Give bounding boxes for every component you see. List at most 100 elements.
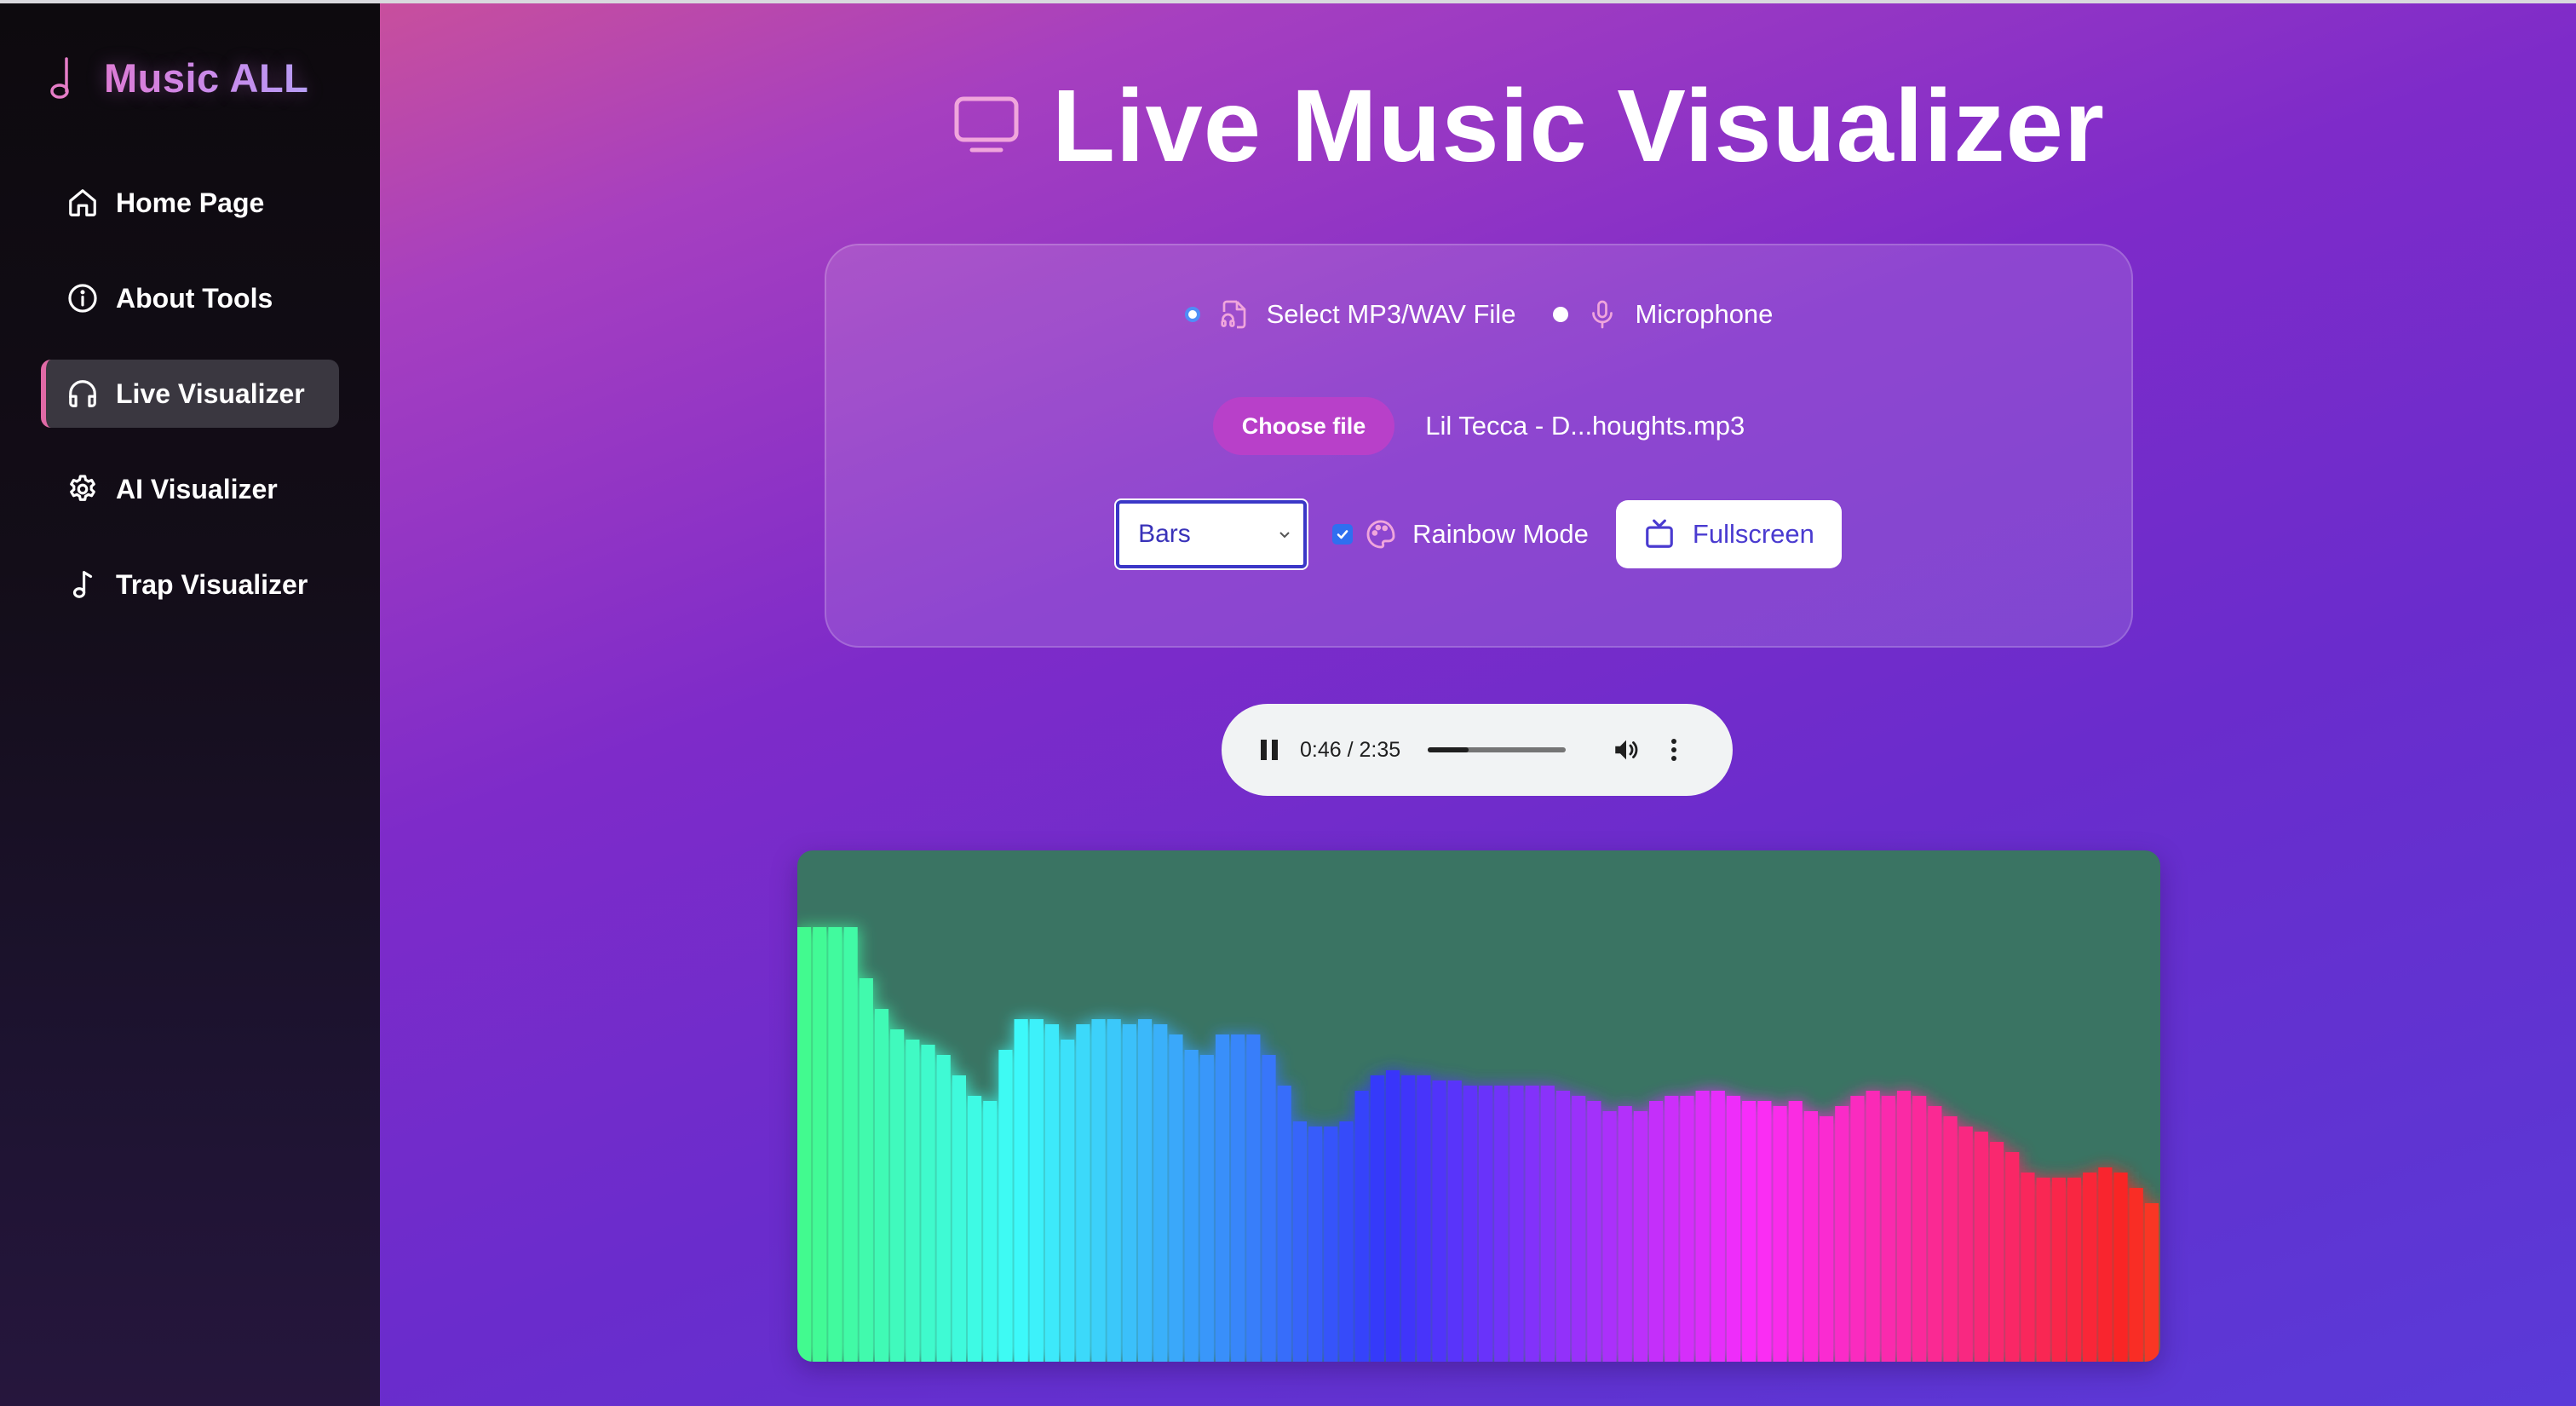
microphone-source-label[interactable]: Microphone (1635, 299, 1773, 330)
visualizer-bar (1820, 1116, 1834, 1362)
visualizer-bar (859, 978, 873, 1362)
more-options-icon[interactable] (1670, 737, 1678, 763)
visualizer-bar (1835, 1106, 1849, 1362)
sidebar-item-label: About Tools (116, 282, 273, 314)
visualizer-bar (2021, 1173, 2035, 1362)
app-name: Music ALL (104, 55, 309, 101)
visualizer-bar (1231, 1034, 1245, 1362)
microphone-source-radio[interactable] (1553, 307, 1569, 322)
visualizer-bar (1432, 1080, 1446, 1362)
visualizer-bar (1494, 1086, 1509, 1362)
sidebar-item-trap-visualizer[interactable]: Trap Visualizer (41, 550, 339, 619)
rainbow-mode-label[interactable]: Rainbow Mode (1412, 519, 1589, 550)
visualizer-bar (1958, 1127, 1973, 1362)
fullscreen-button[interactable]: Fullscreen (1615, 500, 1842, 568)
visualizer-bar (1649, 1101, 1664, 1362)
sidebar: Music ALL Home Page About Tools Live Vis… (0, 3, 380, 1406)
visualizer-bar (1184, 1050, 1199, 1362)
page-title-text: Live Music Visualizer (1051, 67, 2106, 183)
visualizer-bar (1463, 1086, 1477, 1362)
visualizer-bar (1169, 1034, 1183, 1362)
sidebar-item-label: Live Visualizer (116, 377, 305, 409)
rainbow-mode-checkbox[interactable] (1332, 524, 1354, 545)
microphone-icon (1592, 300, 1613, 329)
sidebar-item-ai-visualizer[interactable]: AI Visualizer (41, 455, 339, 523)
visualizer-bar (1339, 1121, 1354, 1362)
fullscreen-button-label: Fullscreen (1692, 519, 1814, 549)
audio-player: 0:46 / 2:35 (1222, 704, 1733, 796)
visualizer-bar (843, 927, 858, 1362)
visualizer-bar (1850, 1096, 1865, 1362)
music-note-logo-icon (50, 57, 69, 99)
visualizer-bar (1726, 1096, 1741, 1362)
info-icon (68, 284, 97, 313)
visualizer-bar (1773, 1106, 1787, 1362)
visualizer-bar (1665, 1096, 1679, 1362)
file-input-row: Choose file Lil Tecca - D...houghts.mp3 (826, 397, 2131, 455)
visualizer-bar (890, 1029, 905, 1362)
page-title: Live Music Visualizer (380, 61, 2576, 189)
visualizer-bar (2051, 1178, 2066, 1362)
visualizer-bar (797, 927, 812, 1362)
visualizer-bar (1618, 1106, 1632, 1362)
visualizer-canvas (797, 850, 2160, 1362)
sidebar-item-home-page[interactable]: Home Page (41, 169, 339, 237)
visualizer-bar (1061, 1040, 1075, 1362)
palette-icon (1366, 520, 1395, 549)
visualizer-bars (797, 927, 2160, 1362)
playback-time: 0:46 / 2:35 (1300, 737, 1401, 762)
visualizer-bar (2036, 1178, 2050, 1362)
visualizer-bar (1711, 1091, 1725, 1362)
visualizer-bar (2129, 1188, 2143, 1362)
visualizer-bar (1246, 1034, 1261, 1362)
sidebar-item-live-visualizer[interactable]: Live Visualizer (41, 360, 339, 428)
visualizer-bar (2098, 1167, 2113, 1362)
visualizer-bar (1866, 1091, 1880, 1362)
visualizer-bar (1633, 1111, 1647, 1362)
controls-panel: Select MP3/WAV File Microphone Choose fi… (825, 244, 2133, 648)
visualizer-bar (1138, 1019, 1153, 1362)
volume-icon[interactable] (1612, 735, 1641, 764)
visualizer-bar (1107, 1019, 1121, 1362)
visualizer-bar (1912, 1096, 1927, 1362)
playback-progress-bar[interactable] (1428, 747, 1567, 752)
choose-file-button[interactable]: Choose file (1212, 397, 1395, 455)
visualizer-bar (1370, 1075, 1384, 1362)
playback-progress-fill (1428, 747, 1469, 752)
visualizer-bar (1803, 1111, 1818, 1362)
gear-icon (70, 475, 95, 501)
pause-icon[interactable] (1259, 738, 1281, 762)
visualizer-bar (936, 1055, 951, 1362)
visualizer-bar (1540, 1086, 1555, 1362)
monitor-icon (954, 96, 1019, 153)
visualizer-mode-select[interactable]: Bars (1116, 500, 1308, 568)
visualizer-bar (1757, 1101, 1772, 1362)
app-logo[interactable]: Music ALL (48, 48, 308, 107)
window-top-border (0, 0, 2576, 3)
music-note-icon (72, 571, 93, 598)
file-source-radio[interactable] (1184, 307, 1200, 322)
visualizer-bar (1029, 1019, 1044, 1362)
visualizer-bar (1602, 1111, 1617, 1362)
tv-icon (1646, 519, 1673, 548)
visualizer-bar (1076, 1024, 1090, 1362)
visualizer-bar (921, 1045, 935, 1362)
visualizer-bar (828, 927, 842, 1362)
sidebar-item-about-tools[interactable]: About Tools (41, 264, 339, 332)
visualizer-bar (1555, 1091, 1571, 1362)
file-audio-icon (1220, 300, 1245, 329)
visualizer-bar (1680, 1096, 1694, 1362)
visualizer-bar (2067, 1178, 2082, 1362)
visualizer-bar (906, 1040, 920, 1362)
visualizer-bar (1417, 1075, 1431, 1362)
main-content: Live Music Visualizer Select MP3/WAV Fil… (380, 3, 2576, 1406)
file-source-label[interactable]: Select MP3/WAV File (1267, 299, 1516, 330)
visualizer-bar (1572, 1096, 1586, 1362)
visualizer-bar (2083, 1173, 2097, 1362)
visualizer-bar (1943, 1116, 1958, 1362)
visualizer-bar (998, 1050, 1013, 1362)
checkmark-icon (1337, 530, 1348, 539)
visualizer-bar (1277, 1086, 1291, 1362)
visualizer-bar (1354, 1091, 1369, 1362)
visualizer-bar (1292, 1121, 1307, 1362)
